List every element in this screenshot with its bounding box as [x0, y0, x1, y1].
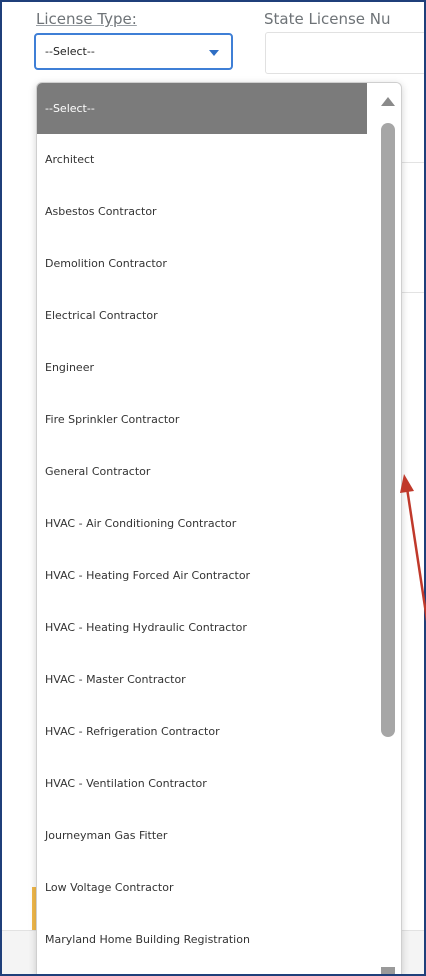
license-type-dropdown-list[interactable]: --Select-- Architect Asbestos Contractor De…: [36, 82, 402, 974]
dropdown-option[interactable]: Journeyman Gas Fitter: [37, 810, 367, 862]
state-license-number-input[interactable]: [265, 32, 424, 74]
app-frame: License Type: State License Nu --Select-…: [0, 0, 426, 976]
form-divider: [402, 162, 424, 163]
dropdown-option[interactable]: Architect: [37, 134, 367, 186]
dropdown-option[interactable]: Fire Sprinkler Contractor: [37, 394, 367, 446]
license-type-label: License Type:: [36, 10, 137, 28]
form-divider: [402, 292, 424, 293]
dropdown-option[interactable]: Low Voltage Contractor: [37, 862, 367, 914]
license-type-select-value: --Select--: [45, 45, 95, 58]
scrollbar-thumb[interactable]: [381, 123, 395, 737]
dropdown-option[interactable]: --Select--: [37, 83, 367, 134]
dropdown-option[interactable]: Demolition Contractor: [37, 238, 367, 290]
dropdown-option[interactable]: HVAC - Heating Forced Air Contractor: [37, 550, 367, 602]
dropdown-option[interactable]: Electrical Contractor: [37, 290, 367, 342]
dropdown-options: --Select-- Architect Asbestos Contractor De…: [37, 83, 367, 966]
scroll-up-arrow-icon[interactable]: [381, 97, 395, 106]
dropdown-option[interactable]: Engineer: [37, 342, 367, 394]
dropdown-scrollbar[interactable]: [373, 83, 401, 974]
dropdown-option[interactable]: HVAC - Master Contractor: [37, 654, 367, 706]
dropdown-option[interactable]: HVAC - Ventilation Contractor: [37, 758, 367, 810]
license-type-select[interactable]: --Select--: [34, 33, 233, 70]
dropdown-option[interactable]: HVAC - Refrigeration Contractor: [37, 706, 367, 758]
dropdown-option[interactable]: HVAC - Heating Hydraulic Contractor: [37, 602, 367, 654]
scroll-down-arrow-icon[interactable]: [381, 967, 395, 974]
state-license-number-label: State License Nu: [264, 10, 391, 28]
dropdown-option[interactable]: Maryland Home Building Registration: [37, 914, 367, 966]
dropdown-option[interactable]: Asbestos Contractor: [37, 186, 367, 238]
dropdown-option[interactable]: HVAC - Air Conditioning Contractor: [37, 498, 367, 550]
dropdown-option[interactable]: General Contractor: [37, 446, 367, 498]
chevron-down-icon: [209, 50, 219, 56]
